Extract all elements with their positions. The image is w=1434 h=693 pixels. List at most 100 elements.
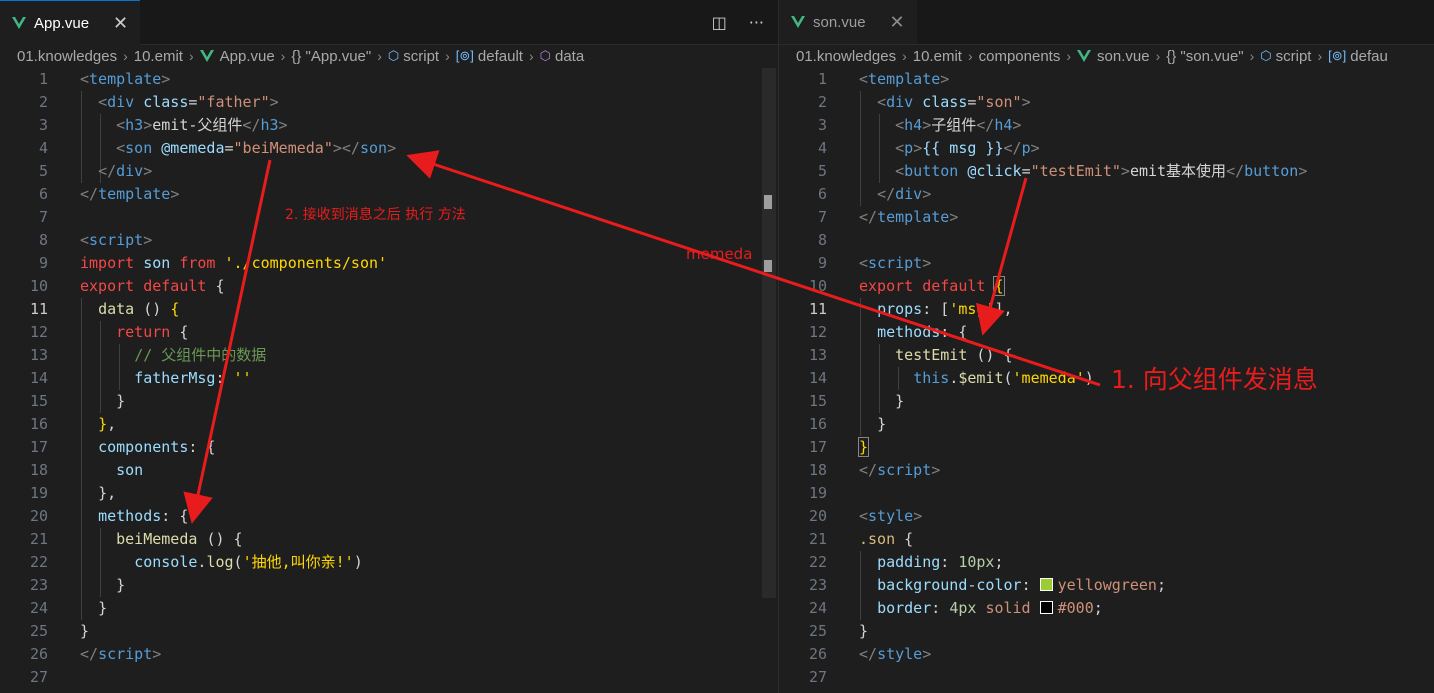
- breadcrumb-item[interactable]: 10.emit: [913, 48, 962, 65]
- code-text: }: [895, 392, 905, 410]
- left-editor-pane: App.vue ✕ ◫ ··· 01.knowledges › 10.emit › …: [0, 0, 779, 693]
- line-number: 24: [808, 599, 827, 617]
- code-text: <h4>子组件</h4>: [895, 116, 1022, 134]
- code-line: 21 .son {: [779, 528, 1434, 551]
- line-number: 4: [38, 139, 48, 157]
- line-number: 21: [29, 530, 48, 548]
- breadcrumb-item[interactable]: 10.emit: [134, 48, 183, 65]
- cube-icon: ⬡: [387, 48, 400, 63]
- code-line: 18 son: [0, 459, 778, 482]
- line-number: 3: [817, 116, 827, 134]
- line-number: 7: [38, 208, 48, 226]
- code-line: 9 <script>: [779, 252, 1434, 275]
- vue-file-icon: [199, 50, 214, 62]
- code-text: </style>: [859, 645, 932, 663]
- line-number: 23: [808, 576, 827, 594]
- variable-icon: [⊚]: [1328, 48, 1347, 63]
- tab-app-vue[interactable]: App.vue ✕: [0, 0, 140, 45]
- code-line: 14 fatherMsg: '': [0, 367, 778, 390]
- code-line: 2 <div class="son">: [779, 91, 1434, 114]
- breadcrumb-item[interactable]: default: [478, 48, 523, 65]
- chevron-right-icon: ›: [123, 48, 128, 64]
- code-text: <h3>emit-父组件</h3>: [116, 116, 288, 134]
- line-number: 19: [808, 484, 827, 502]
- line-number: 1: [817, 70, 827, 88]
- breadcrumb-item[interactable]: App.vue: [220, 48, 275, 65]
- chevron-right-icon: ›: [967, 48, 973, 64]
- code-text: methods: {: [877, 323, 968, 341]
- code-text: <div class="son">: [877, 93, 1031, 111]
- code-line: 16 }: [779, 413, 1434, 436]
- code-line: 26 </script>: [0, 643, 778, 666]
- code-line: 22 console.log('抽他,叫你亲!'): [0, 551, 778, 574]
- breadcrumb-item[interactable]: script: [403, 48, 439, 65]
- code-text: export default {: [859, 276, 1005, 296]
- split-editor-icon[interactable]: ◫: [712, 13, 727, 32]
- breadcrumb-item[interactable]: defau: [1350, 48, 1388, 65]
- code-line: 14 this.$emit('memeda'): [779, 367, 1434, 390]
- breadcrumb-item[interactable]: {} "son.vue": [1166, 48, 1243, 65]
- line-number: 16: [29, 415, 48, 433]
- line-number: 22: [29, 553, 48, 571]
- code-text: <style>: [80, 689, 143, 693]
- code-text: },: [98, 484, 117, 502]
- code-text: },: [98, 415, 117, 433]
- code-line: 3 <h4>子组件</h4>: [779, 114, 1434, 137]
- line-number: 18: [808, 461, 827, 479]
- line-number: 11: [808, 300, 827, 318]
- code-text: // 父组件中的数据: [134, 346, 267, 364]
- code-line: 25}: [779, 620, 1434, 643]
- close-icon[interactable]: ✕: [113, 13, 128, 34]
- line-number: 18: [29, 461, 48, 479]
- right-tab-bar: son.vue ✕: [779, 0, 1434, 45]
- line-number: 1: [38, 70, 48, 88]
- breadcrumb-item[interactable]: {} "App.vue": [291, 48, 371, 65]
- line-number: 17: [808, 438, 827, 456]
- breadcrumb-item[interactable]: 01.knowledges: [796, 48, 896, 65]
- close-icon[interactable]: ✕: [890, 12, 905, 33]
- code-line: 8: [779, 229, 1434, 252]
- code-text: </script>: [80, 645, 162, 663]
- more-actions-icon[interactable]: ···: [749, 13, 764, 32]
- cube-icon: ⬡: [539, 48, 551, 63]
- line-number: 11: [29, 300, 48, 318]
- breadcrumb-item[interactable]: data: [555, 48, 584, 65]
- breadcrumb-item[interactable]: script: [1276, 48, 1312, 65]
- line-number: 15: [808, 392, 827, 410]
- code-line: 19 },: [0, 482, 778, 505]
- code-text: beiMemeda () {: [116, 530, 243, 548]
- code-text: data () {: [98, 300, 180, 318]
- line-number: 2: [817, 93, 827, 111]
- code-text: <button @click="testEmit">emit基本使用</butt…: [895, 162, 1308, 180]
- tab-son-vue[interactable]: son.vue ✕: [779, 0, 917, 44]
- annotation-event-name: memeda: [686, 245, 753, 263]
- line-number: 13: [808, 346, 827, 364]
- breadcrumb-item[interactable]: 01.knowledges: [17, 48, 117, 65]
- line-number: 10: [29, 277, 48, 295]
- code-line: 26 </style>: [779, 643, 1434, 666]
- line-number: 10: [808, 277, 827, 295]
- code-line: 11 props: ['msg'],: [779, 298, 1434, 321]
- code-line: 24 border: 4px solid #000;: [779, 597, 1434, 620]
- breadcrumb: 01.knowledges › 10.emit › components › son.…: [779, 45, 1434, 67]
- code-line: 28 <style>: [0, 689, 778, 693]
- breadcrumb-item[interactable]: components: [979, 48, 1061, 65]
- code-text: }: [116, 576, 126, 594]
- line-number: 17: [29, 438, 48, 456]
- annotation-step2: 2. 接收到消息之后 执行 方法: [285, 207, 466, 223]
- code-line: 13 // 父组件中的数据: [0, 344, 778, 367]
- code-line: 5 </div>: [0, 160, 778, 183]
- code-line: 10 export default {: [779, 275, 1434, 298]
- code-line: 9 import son from './components/son': [0, 252, 778, 275]
- color-swatch-black[interactable]: [1039, 601, 1053, 614]
- color-swatch-yellowgreen[interactable]: [1039, 578, 1053, 591]
- code-line: 13 testEmit () {: [779, 344, 1434, 367]
- breadcrumb-item[interactable]: son.vue: [1097, 48, 1150, 65]
- scrollbar-track[interactable]: [762, 68, 776, 598]
- code-text: <script>: [80, 231, 153, 249]
- code-text: import son from './components/son': [80, 254, 388, 272]
- code-text: export default {: [80, 277, 225, 295]
- code-line: 3 <h3>emit-父组件</h3>: [0, 114, 778, 137]
- code-text: <son @memeda="beiMemeda"></son>: [116, 139, 397, 157]
- line-number: 4: [817, 139, 827, 157]
